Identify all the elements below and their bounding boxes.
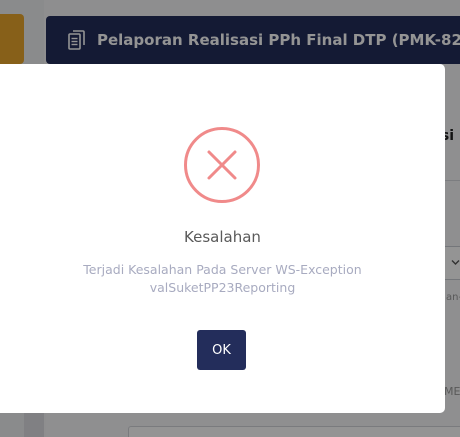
ok-button[interactable]: OK xyxy=(197,330,246,370)
error-dialog: Kesalahan Terjadi Kesalahan Pada Server … xyxy=(0,64,445,413)
dialog-title: Kesalahan xyxy=(184,228,261,246)
error-x-circle-icon xyxy=(184,127,260,203)
dialog-message: Terjadi Kesalahan Pada Server WS-Excepti… xyxy=(83,262,362,295)
